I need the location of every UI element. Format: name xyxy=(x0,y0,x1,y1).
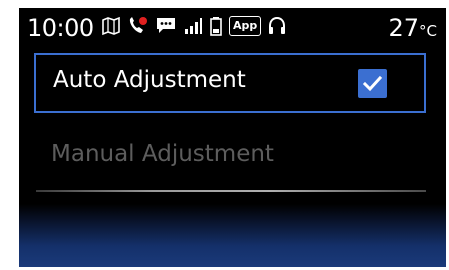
checkbox-checked-icon[interactable] xyxy=(358,69,387,98)
status-bar: 10:00 App 27°C xyxy=(19,8,446,48)
auto-adjustment-label: Auto Adjustment xyxy=(53,67,246,93)
settings-screen: 10:00 App 27°C Auto Adjustment Manual Ad… xyxy=(19,8,446,267)
app-icon: App xyxy=(229,16,262,36)
temperature: 27°C xyxy=(388,14,437,42)
headset-icon xyxy=(267,16,287,36)
phone-missed-icon xyxy=(127,16,149,36)
status-icons: App xyxy=(101,16,287,36)
temperature-unit: °C xyxy=(419,22,437,40)
divider xyxy=(36,190,426,192)
navigation-icon xyxy=(101,16,121,36)
battery-icon xyxy=(209,16,223,36)
signal-icon xyxy=(183,16,203,36)
manual-adjustment-option[interactable]: Manual Adjustment xyxy=(34,129,426,189)
temperature-value: 27 xyxy=(388,14,420,42)
manual-adjustment-label: Manual Adjustment xyxy=(51,141,274,167)
clock: 10:00 xyxy=(27,14,94,42)
auto-adjustment-option[interactable]: Auto Adjustment xyxy=(34,53,426,113)
message-icon xyxy=(155,16,177,36)
